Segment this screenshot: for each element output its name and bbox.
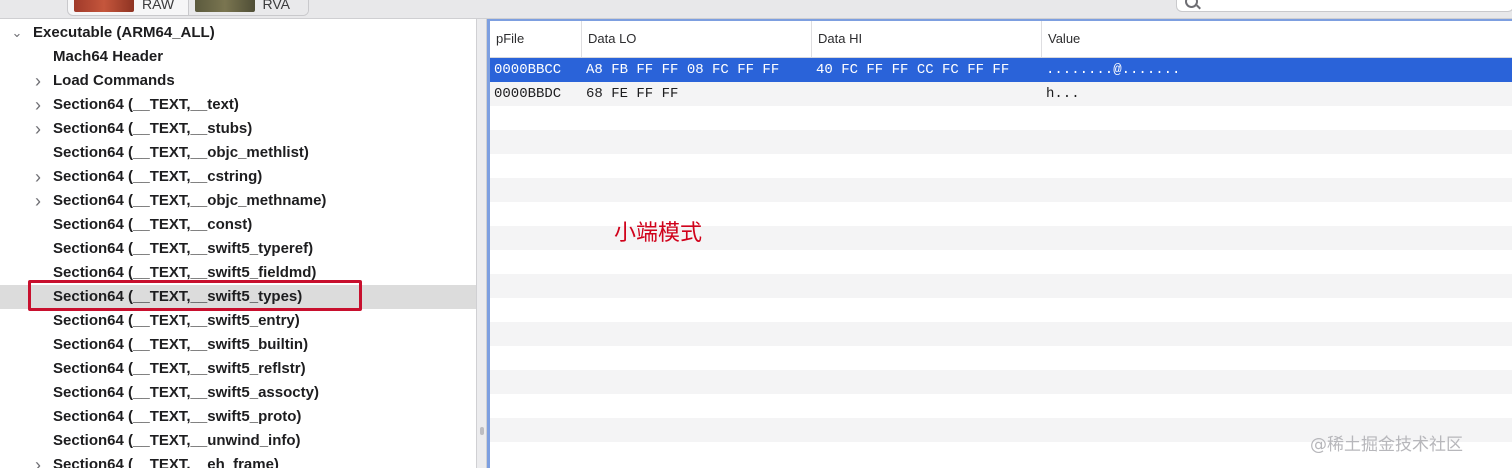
cell-data-hi: 40 FC FF FF CC FC FF FF <box>816 62 1010 78</box>
split-view-divider[interactable] <box>476 19 487 468</box>
tree-item-label: Section64 (__TEXT,__objc_methlist) <box>53 144 309 161</box>
toolbar: RAW RVA <box>0 0 1512 19</box>
table-row <box>490 298 1512 322</box>
table-row <box>490 394 1512 418</box>
tree-item[interactable]: Section64 (__TEXT,__unwind_info) <box>0 429 476 453</box>
tree-item-label: Section64 (__TEXT,__cstring) <box>53 168 263 185</box>
annotation-label: 小端模式 <box>614 221 703 246</box>
tree-item-label: Section64 (__TEXT,__swift5_builtin) <box>53 336 309 353</box>
chevron-right-icon[interactable]: › <box>32 117 44 141</box>
tree-item-executable[interactable]: ⌄ Executable (ARM64_ALL) <box>0 21 476 45</box>
search-icon <box>1185 0 1198 8</box>
rva-segment-button[interactable]: RVA <box>187 0 308 15</box>
rva-segment-label: RVA <box>262 0 291 12</box>
tree-item[interactable]: › Section64 (__TEXT,__eh_frame) <box>0 453 476 468</box>
tree-item[interactable]: Section64 (__TEXT,__swift5_assocty) <box>0 381 476 405</box>
tree-item-label: Section64 (__TEXT,__eh_frame) <box>53 456 279 468</box>
tree-item[interactable]: › Section64 (__TEXT,__stubs) <box>0 117 476 141</box>
column-header-pfile[interactable]: pFile <box>490 21 580 57</box>
tree-item-label: Section64 (__TEXT,__swift5_entry) <box>53 312 300 329</box>
column-header-data-lo[interactable]: Data LO <box>581 21 810 57</box>
chevron-right-icon[interactable]: › <box>32 453 44 468</box>
tree-item-label: Executable (ARM64_ALL) <box>33 24 215 41</box>
cell-data-lo: A8 FB FF FF 08 FC FF FF <box>586 62 780 78</box>
table-row <box>490 346 1512 370</box>
raw-segment-button[interactable]: RAW <box>68 0 188 15</box>
tree-item-label: Section64 (__TEXT,__swift5_reflstr) <box>53 360 306 377</box>
divider-handle[interactable] <box>480 427 484 435</box>
cell-value: h... <box>1046 86 1080 102</box>
table-row <box>490 130 1512 154</box>
tree-item[interactable]: Section64 (__TEXT,__swift5_reflstr) <box>0 357 476 381</box>
table-row[interactable]: 0000BBDC 68 FE FF FF h... <box>490 82 1512 106</box>
tree-item[interactable]: Section64 (__TEXT,__objc_methlist) <box>0 141 476 165</box>
tree-item-label: Section64 (__TEXT,__swift5_typeref) <box>53 240 314 257</box>
tree-item[interactable]: Section64 (__TEXT,__const) <box>0 213 476 237</box>
chevron-right-icon[interactable]: › <box>32 93 44 117</box>
tree-item-label: Section64 (__TEXT,__text) <box>53 96 239 113</box>
chevron-right-icon[interactable]: › <box>32 69 44 93</box>
tree-item-label: Section64 (__TEXT,__unwind_info) <box>53 432 301 449</box>
table-row[interactable]: 0000BBCC A8 FB FF FF 08 FC FF FF 40 FC FF … <box>490 58 1512 82</box>
table-row <box>490 274 1512 298</box>
table-row <box>490 154 1512 178</box>
chevron-right-icon[interactable]: › <box>32 165 44 189</box>
tree-item-label: Section64 (__TEXT,__swift5_proto) <box>53 408 302 425</box>
tree-item[interactable]: › Load Commands <box>0 69 476 93</box>
tree-item[interactable]: › Section64 (__TEXT,__objc_methname) <box>0 189 476 213</box>
tree-item-label: Load Commands <box>53 72 175 89</box>
tree-item[interactable]: Mach64 Header <box>0 45 476 69</box>
raw-thumbnail-icon <box>74 0 134 12</box>
search-field[interactable] <box>1176 0 1512 12</box>
table-row <box>490 322 1512 346</box>
tree-item[interactable]: Section64 (__TEXT,__swift5_builtin) <box>0 333 476 357</box>
cell-value: ........@....... <box>1046 62 1181 78</box>
watermark: @稀土掘金技术社区 <box>1310 435 1463 455</box>
tree-item-label: Mach64 Header <box>53 48 164 65</box>
rva-thumbnail-icon <box>194 0 255 12</box>
table-row <box>490 106 1512 130</box>
highlight-box <box>28 280 362 311</box>
structure-tree: ⌄ Executable (ARM64_ALL) Mach64 Header › L… <box>0 19 476 468</box>
tree-item-label: Section64 (__TEXT,__const) <box>53 216 253 233</box>
tree-item[interactable]: Section64 (__TEXT,__swift5_typeref) <box>0 237 476 261</box>
cell-pfile: 0000BBCC <box>494 62 562 78</box>
tree-item[interactable]: Section64 (__TEXT,__swift5_entry) <box>0 309 476 333</box>
tree-item[interactable]: Section64 (__TEXT,__swift5_proto) <box>0 405 476 429</box>
tree-item[interactable]: › Section64 (__TEXT,__cstring) <box>0 165 476 189</box>
chevron-down-icon[interactable]: ⌄ <box>11 21 23 45</box>
column-header-value[interactable]: Value <box>1041 21 1508 57</box>
tree-item[interactable]: › Section64 (__TEXT,__text) <box>0 93 476 117</box>
table-row <box>490 250 1512 274</box>
raw-segment-label: RAW <box>142 0 175 12</box>
chevron-right-icon[interactable]: › <box>32 189 44 213</box>
tree-item-label: Section64 (__TEXT,__objc_methname) <box>53 192 327 209</box>
table-row <box>490 178 1512 202</box>
table-row <box>490 370 1512 394</box>
cell-pfile: 0000BBDC <box>494 86 562 102</box>
cell-data-lo: 68 FE FF FF <box>586 86 679 102</box>
column-header-data-hi[interactable]: Data HI <box>811 21 1040 57</box>
tree-item-label: Section64 (__TEXT,__stubs) <box>53 120 253 137</box>
view-mode-segmented-control: RAW RVA <box>67 0 309 16</box>
table-header: pFile Data LO Data HI Value <box>490 21 1512 58</box>
tree-item-label: Section64 (__TEXT,__swift5_assocty) <box>53 384 319 401</box>
